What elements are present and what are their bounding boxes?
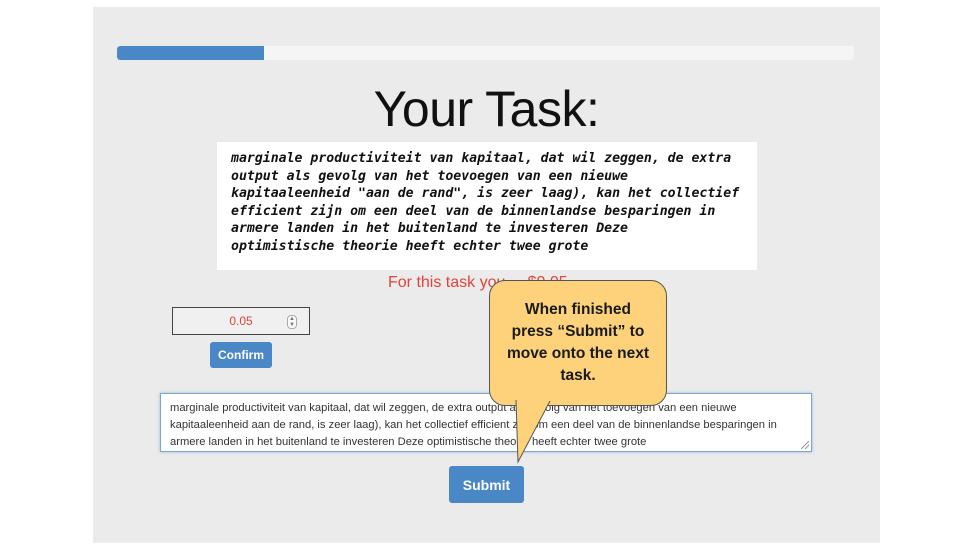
bid-amount-value: 0.05 xyxy=(229,314,253,328)
task-image-line: armere landen in het buitenland te inves… xyxy=(231,221,628,236)
answer-text: marginale productiviteit van kapitaal, d… xyxy=(170,402,777,448)
page-title: Your Task: xyxy=(373,81,600,137)
spinner-arrows-icon[interactable]: ▲ ▼ xyxy=(287,315,297,329)
task-image-line: kapitaaleenheid "aan de rand", is zeer l… xyxy=(231,186,740,201)
callout-line: task. xyxy=(560,367,596,384)
confirm-button[interactable]: Confirm xyxy=(210,342,272,368)
resize-grip-icon[interactable] xyxy=(801,441,809,449)
task-panel: Your Task: marginale productiviteit van … xyxy=(93,7,880,543)
instruction-callout: When finished press “Submit” to move ont… xyxy=(489,280,667,406)
task-handwritten-text-image: marginale productiviteit van kapitaal, d… xyxy=(217,142,757,270)
task-image-line: optimistische theorie heeft echter twee … xyxy=(231,238,589,254)
task-image-line: marginale productiviteit van kapitaal, d… xyxy=(231,151,732,166)
task-image-line: efficient zijn om een deel van de binnen… xyxy=(231,203,716,219)
progress-bar xyxy=(117,46,854,60)
callout-line: press “Submit” to xyxy=(511,323,645,340)
task-image-line: output als gevolg van het toevoegen van … xyxy=(231,168,628,184)
bid-amount-input[interactable]: 0.05 ▲ ▼ xyxy=(172,307,310,335)
submit-button[interactable]: Submit xyxy=(449,466,524,503)
callout-line: When finished xyxy=(525,301,631,318)
answer-textarea[interactable]: marginale productiviteit van kapitaal, d… xyxy=(160,393,812,452)
progress-fill xyxy=(117,46,265,60)
callout-pointer-icon xyxy=(515,400,551,464)
callout-line: move onto the next xyxy=(506,345,650,362)
